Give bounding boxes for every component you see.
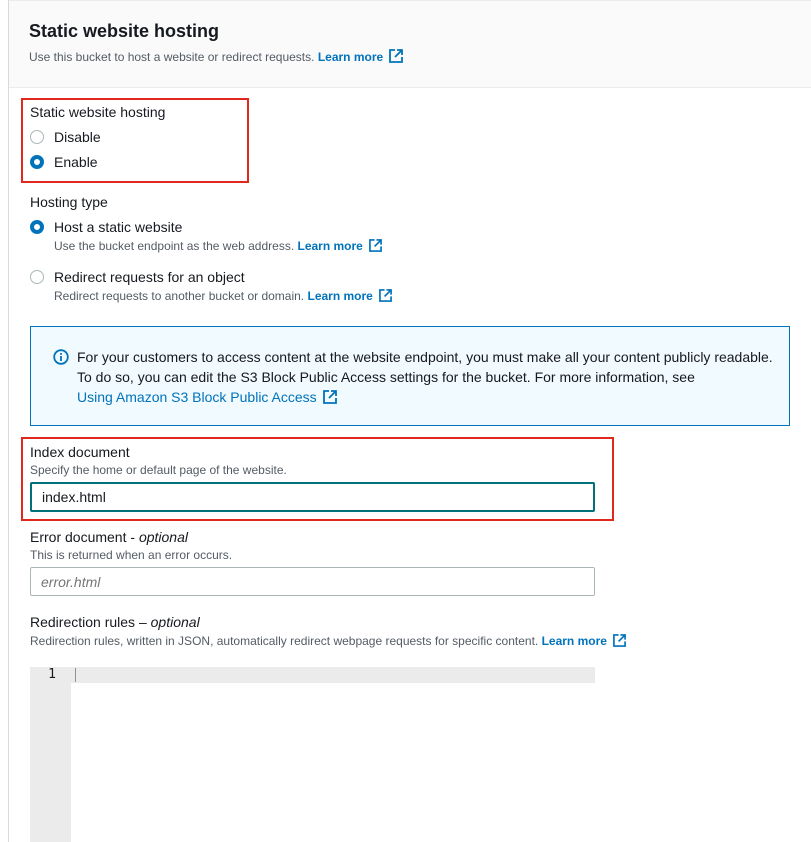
info-icon	[53, 349, 69, 365]
index-document-label: Index document	[30, 444, 130, 460]
index-document-description: Specify the home or default page of the …	[30, 463, 287, 477]
enable-radio[interactable]	[30, 155, 44, 169]
redirect-requests-radio[interactable]	[30, 270, 44, 284]
host-static-website-label[interactable]: Host a static website	[54, 219, 182, 235]
host-static-website-radio[interactable]	[30, 220, 44, 234]
external-link-icon	[322, 390, 337, 404]
line-number: 1	[48, 667, 56, 682]
hosting-type-label: Hosting type	[30, 194, 108, 210]
code-editor-gutter	[30, 667, 71, 842]
redirect-learn-more-link[interactable]: Learn more	[307, 289, 392, 303]
info-alert: For your customers to access content at …	[30, 326, 790, 426]
disable-label[interactable]: Disable	[54, 129, 101, 145]
external-link-icon	[378, 289, 392, 302]
redirection-rules-label: Redirection rules – optional	[30, 614, 200, 630]
panel-title: Static website hosting	[29, 21, 220, 41]
editor-cursor	[75, 668, 76, 682]
header-learn-more-link[interactable]: Learn more	[318, 49, 404, 64]
disable-radio[interactable]	[30, 130, 44, 144]
index-document-input[interactable]	[30, 482, 595, 512]
panel-header: Static website hosting Use this bucket t…	[9, 0, 811, 88]
error-document-input[interactable]	[30, 567, 595, 596]
panel-description-text: Use this bucket to host a website or red…	[29, 50, 315, 64]
redirect-requests-description: Redirect requests to another bucket or d…	[54, 289, 392, 303]
hosting-toggle-label: Static website hosting	[30, 104, 166, 120]
info-alert-text: For your customers to access content at …	[77, 349, 773, 405]
redirect-requests-label[interactable]: Redirect requests for an object	[54, 269, 245, 285]
error-document-label: Error document - optional	[30, 529, 188, 545]
code-editor-active-line[interactable]	[30, 667, 595, 683]
external-link-icon	[368, 239, 382, 252]
redirection-rules-description: Redirection rules, written in JSON, auto…	[30, 634, 626, 648]
host-static-website-description: Use the bucket endpoint as the web addre…	[54, 239, 382, 253]
static-website-hosting-panel: Static website hosting Use this bucket t…	[8, 0, 811, 842]
panel-description: Use this bucket to host a website or red…	[29, 49, 404, 64]
external-link-icon	[389, 49, 404, 63]
host-static-learn-more-link[interactable]: Learn more	[298, 239, 382, 253]
enable-label[interactable]: Enable	[54, 154, 98, 170]
block-public-access-link[interactable]: Using Amazon S3 Block Public Access	[77, 389, 337, 405]
redirection-learn-more-link[interactable]: Learn more	[542, 634, 626, 648]
external-link-icon	[613, 634, 626, 647]
error-document-description: This is returned when an error occurs.	[30, 548, 233, 562]
